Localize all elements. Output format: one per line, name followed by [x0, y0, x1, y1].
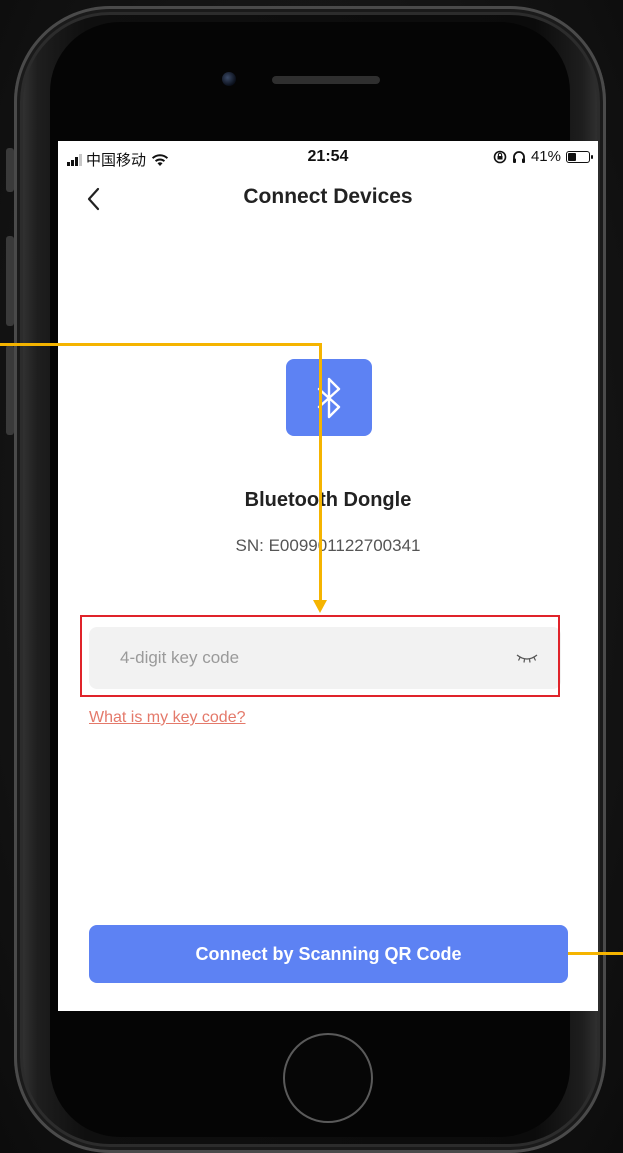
app-screen: 中国移动 21:54 41% Connect Devices Bluetooth… [58, 141, 598, 1011]
battery-icon [566, 150, 593, 163]
bluetooth-icon [317, 377, 341, 418]
volume-down-button [6, 345, 14, 435]
scan-qr-code-button[interactable]: Connect by Scanning QR Code [89, 925, 568, 983]
battery-fill [568, 152, 576, 161]
navigation-bar: Connect Devices [58, 177, 598, 221]
key-code-input[interactable] [118, 637, 502, 679]
headphones-icon [512, 150, 525, 163]
key-code-field [89, 627, 561, 689]
home-button[interactable] [283, 1033, 373, 1123]
page-title: Connect Devices [243, 185, 413, 208]
front-camera [222, 72, 236, 86]
hide-password-eye-icon[interactable] [515, 651, 539, 665]
volume-up-button [6, 236, 14, 326]
annotation-arrow-down-icon [313, 600, 327, 613]
rotation-lock-icon [493, 150, 507, 163]
earpiece-speaker [272, 76, 380, 84]
status-bar: 中国移动 21:54 41% [58, 141, 598, 175]
device-serial-number: SN: E009901122700341 [235, 536, 421, 555]
device-name: Bluetooth Dongle [244, 489, 412, 511]
status-right: 41% [493, 148, 593, 165]
mute-switch [6, 148, 14, 192]
key-code-help-link[interactable]: What is my key code? [89, 709, 246, 727]
bluetooth-device-tile [286, 359, 372, 436]
battery-percentage: 41% [530, 148, 561, 165]
